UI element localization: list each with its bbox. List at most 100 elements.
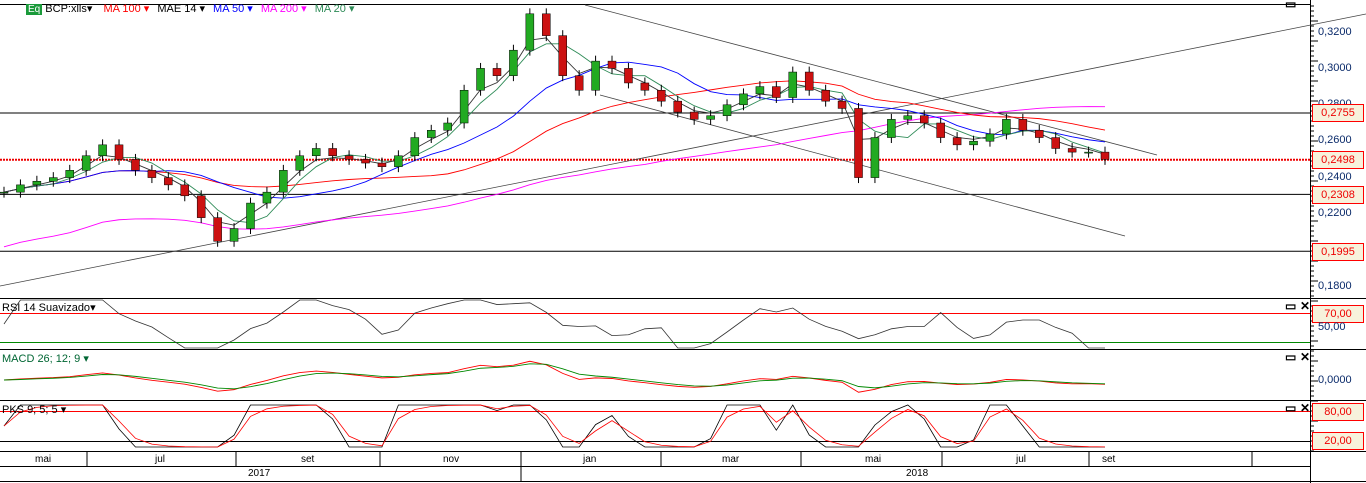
candle	[1018, 119, 1028, 131]
maximize-icon[interactable]: ▭	[1285, 350, 1296, 364]
candle	[706, 115, 715, 120]
candle	[311, 148, 321, 157]
month-label: jan	[583, 454, 597, 465]
indicator-toggle[interactable]: MA 200 ▾	[261, 3, 307, 15]
candle	[344, 155, 354, 160]
candle	[114, 144, 124, 160]
candle	[1100, 151, 1110, 160]
candle	[49, 177, 58, 182]
candle	[804, 71, 814, 91]
month-label: jul	[1016, 454, 1027, 465]
candle	[394, 155, 403, 167]
candle	[262, 191, 272, 204]
pks-upper-tag: 80,00	[1312, 403, 1364, 421]
candle	[147, 170, 157, 178]
year-label: 2017	[248, 468, 271, 479]
month-label: mai	[35, 454, 52, 465]
rsi-title-text: RSI 14 Suavizado	[2, 302, 91, 314]
candle	[919, 115, 929, 124]
indicator-toggle[interactable]: MAE 14 ▾	[157, 3, 205, 15]
candle	[673, 100, 682, 113]
candle	[196, 195, 206, 218]
rsi-mid-tick: 50,00	[1318, 321, 1346, 333]
candle	[739, 93, 748, 106]
candle	[16, 184, 25, 193]
maximize-icon[interactable]: ▭	[1285, 0, 1296, 11]
candle	[788, 71, 798, 98]
price-chart[interactable]	[0, 0, 1366, 483]
candle	[1051, 137, 1060, 149]
candle	[936, 122, 945, 138]
candle	[361, 159, 370, 164]
candle	[459, 89, 469, 124]
candle	[887, 119, 896, 138]
level-tag: 0,1995	[1312, 243, 1364, 261]
level-tag: 0,2755	[1312, 104, 1364, 122]
candle	[525, 13, 535, 51]
candle	[870, 137, 880, 178]
pks-title[interactable]: PKS 9; 5; 5 ▾	[2, 403, 66, 416]
month-label: nov	[443, 454, 460, 465]
candle	[689, 111, 699, 120]
candle	[492, 68, 502, 76]
axis-tick: 0,2200	[1318, 207, 1352, 219]
indicator-toggle[interactable]: MA 20 ▾	[315, 3, 355, 15]
candle	[32, 180, 42, 186]
pks-lower-tag: 20,00	[1312, 432, 1364, 450]
indicator-toggle[interactable]: MA 50 ▾	[213, 3, 253, 15]
candle	[755, 86, 765, 95]
rsi-line	[3, 299, 1105, 349]
indicator-toggle[interactable]: MA 100 ▾	[103, 3, 149, 15]
year-label: 2018	[906, 468, 929, 479]
candle	[180, 184, 190, 197]
candle	[624, 68, 633, 84]
chart-legend: Eq BCP:xlls▾ MA 100 ▾ MAE 14 ▾ MA 50 ▾ MA 2…	[26, 3, 355, 15]
candle	[722, 104, 732, 116]
close-icon[interactable]: ✕	[1300, 401, 1310, 415]
candle	[903, 115, 913, 120]
month-label: set	[1102, 454, 1116, 465]
candle	[295, 155, 305, 171]
rsi-title[interactable]: RSI 14 Suavizado▾	[2, 301, 96, 314]
month-label: mai	[865, 454, 882, 465]
candle	[821, 89, 830, 102]
candle	[476, 68, 485, 91]
candle	[1067, 148, 1077, 153]
candle	[1035, 130, 1044, 138]
candle	[607, 60, 617, 69]
level-tag: 0,2308	[1312, 186, 1364, 204]
candle	[427, 130, 436, 138]
candle	[952, 137, 962, 146]
candle	[558, 35, 567, 76]
macd-title-text: MACD 26; 12; 9	[2, 353, 81, 365]
candle	[98, 144, 107, 157]
axis-tick: 0,3000	[1318, 62, 1352, 74]
candle	[410, 137, 420, 157]
candle	[985, 133, 995, 142]
candle	[81, 155, 91, 171]
candle	[229, 228, 239, 242]
candle	[837, 100, 847, 109]
candle	[657, 89, 666, 102]
month-label: jul	[155, 454, 166, 465]
candle	[246, 202, 255, 229]
maximize-icon[interactable]: ▭	[1285, 401, 1296, 415]
macd-signal-line	[3, 363, 1106, 390]
candle	[65, 170, 74, 178]
candle	[509, 49, 518, 76]
axis-tick: 0,2400	[1318, 171, 1352, 183]
close-icon[interactable]: ✕	[1300, 299, 1310, 313]
candle	[542, 13, 551, 36]
month-label: mar	[722, 454, 740, 465]
close-icon[interactable]: ✕	[1300, 350, 1310, 364]
candle	[640, 82, 650, 91]
symbol-menu[interactable]: BCP:xlls	[45, 3, 87, 15]
maximize-icon[interactable]: ▭	[1285, 299, 1296, 313]
macd-title[interactable]: MACD 26; 12; 9 ▾	[2, 352, 89, 365]
axis-tick: 0,1800	[1318, 280, 1352, 292]
candle	[1084, 151, 1093, 154]
candle	[0, 191, 9, 194]
candle	[279, 170, 288, 193]
candle	[377, 162, 387, 167]
month-label: set	[301, 454, 315, 465]
